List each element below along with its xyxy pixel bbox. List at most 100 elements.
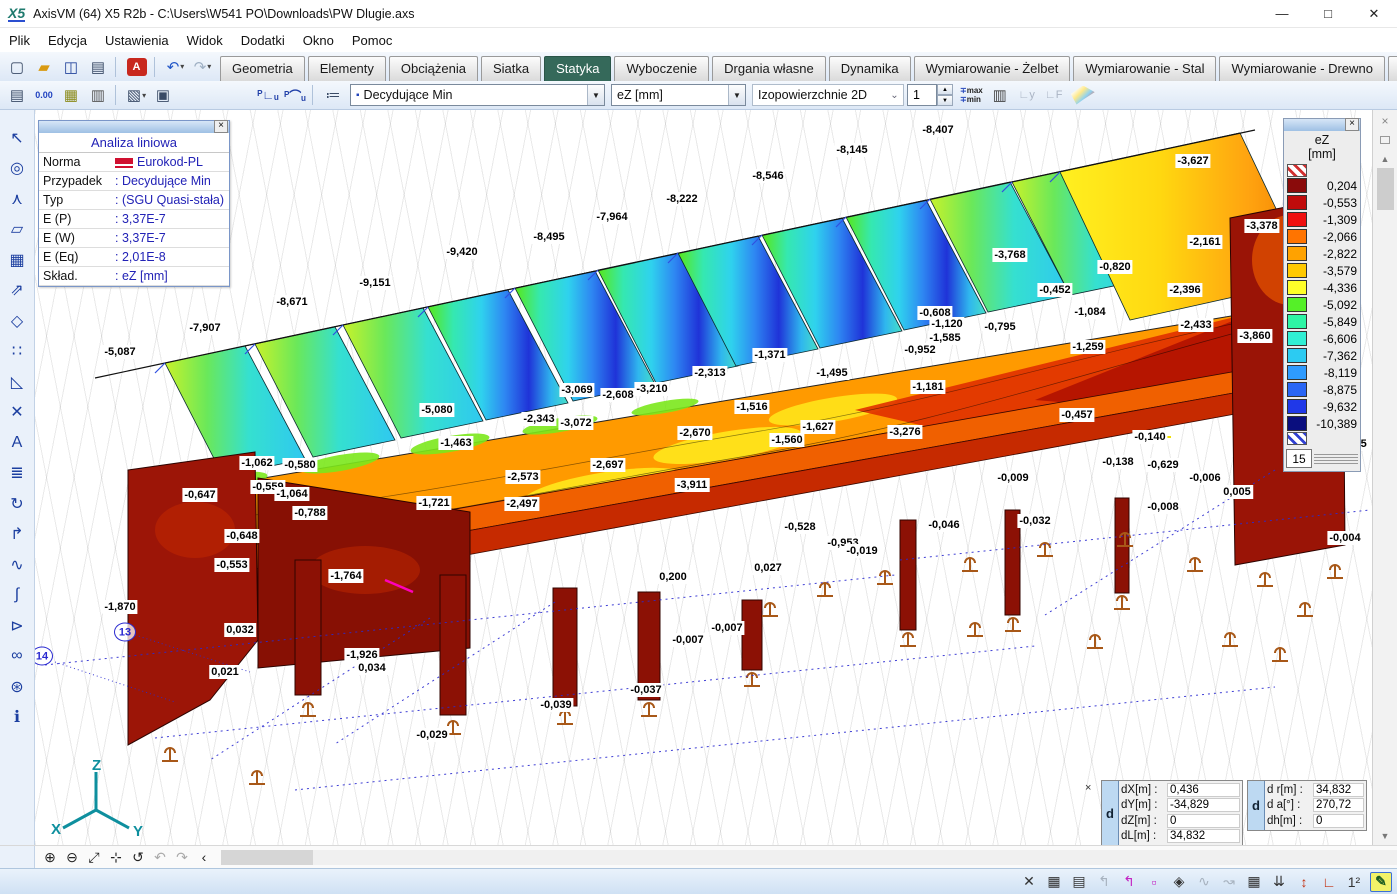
pdf-export-icon[interactable]: A [127,58,147,76]
save-file-icon[interactable]: ◫ [59,55,84,79]
animation-icon[interactable]: ▥ [988,83,1013,107]
settings-wrench-icon[interactable]: ⊛ [3,673,31,700]
tab[interactable]: Wymiarowanie - Mur [1388,56,1397,81]
result-display-params-icon[interactable]: ≔ [321,83,346,107]
edit-pencil-icon[interactable]: ✎ [1370,872,1392,892]
selection-cursor-icon[interactable]: ↖ [3,124,31,151]
help-book-icon[interactable]: ▧▾ [124,83,149,107]
collapse-arrow-icon[interactable]: ‹ [193,847,215,867]
restore-view-icon[interactable] [1380,136,1390,144]
undo-icon[interactable]: ↶▾ [163,55,188,79]
vertical-scrollbar[interactable]: × ▲ ▼ [1372,110,1397,845]
drawing-library-icon[interactable]: ▣ [151,83,176,107]
close-icon[interactable]: × [1345,118,1359,131]
move-copy-icon[interactable]: ↰ [1095,872,1113,892]
polyline-icon[interactable]: ∿ [1195,872,1213,892]
report-maker-icon[interactable]: ▥ [86,83,111,107]
coordinates-close-icon[interactable]: × [1085,782,1091,794]
stories-icon[interactable]: ▤ [1070,872,1088,892]
menu-item[interactable]: Dodatki [232,30,294,51]
parts-icon[interactable]: ▱ [3,216,31,243]
coordinate-value[interactable]: 0 [1313,814,1364,828]
horizontal-scrollbar[interactable] [313,850,1397,865]
integrate-line-icon[interactable]: ∫ [3,582,31,609]
panel-header[interactable]: × [1284,119,1360,131]
tab[interactable]: Elementy [308,56,386,81]
close-button[interactable]: ✕ [1351,0,1397,27]
section-line-icon[interactable]: ∿ [3,551,31,578]
tab[interactable]: Dynamika [829,56,911,81]
menu-item[interactable]: Okno [294,30,343,51]
open-file-icon[interactable]: ▰ [32,55,57,79]
menu-item[interactable]: Plik [0,30,39,51]
nonlinear-analysis-icon[interactable]: ᴾ⌒ᵤ [283,83,308,107]
delete-icon[interactable]: ✕ [1020,872,1038,892]
undo-view-icon[interactable]: ↶ [149,847,171,867]
pan-icon[interactable]: ⊹ [105,847,127,867]
snap-icon[interactable]: ◈ [1170,872,1188,892]
layer-manager-icon[interactable]: ▤ [5,83,30,107]
translate-icon[interactable]: ⇗ [3,277,31,304]
sort-arrows-icon[interactable]: ⇊ [1270,872,1288,892]
minmax-toggle-icon[interactable]: ∓max∓min [960,86,983,104]
combo-chevron-icon[interactable]: ⌄ [886,85,903,105]
menu-item[interactable]: Ustawienia [96,30,178,51]
coordinate-system-icon[interactable]: ⋏ [3,185,31,212]
tab[interactable]: Wyboczenie [614,56,709,81]
result-component-combo[interactable]: eZ [mm]▼ [611,84,746,106]
search-flashlight-icon[interactable]: ⊳ [3,612,31,639]
zoom-fit-icon[interactable]: ⤢ [83,847,105,867]
tab[interactable]: Wymiarowanie - Stal [1073,56,1216,81]
coordinate-value[interactable]: 34,832 [1313,783,1364,797]
display-options-icon[interactable]: ∞ [3,643,31,670]
coordinate-value[interactable]: 0,436 [1167,783,1240,797]
combo-arrow-icon[interactable]: ▼ [587,85,604,105]
coordinate-value[interactable]: 34,832 [1167,829,1240,843]
structural-grid-icon[interactable]: ∷ [3,338,31,365]
maximize-button[interactable]: □ [1305,0,1351,27]
zoom-out-icon[interactable]: ⊖ [61,847,83,867]
menu-item[interactable]: Edycja [39,30,96,51]
print-icon[interactable]: ▤ [86,55,111,79]
tab[interactable]: Drgania własne [712,56,826,81]
paste-icon[interactable]: ↰ [1120,872,1138,892]
zoom-in-icon[interactable]: ⊕ [39,847,61,867]
combo-arrow-icon[interactable]: ▼ [728,85,745,105]
legend-level-count[interactable]: 15 [1286,449,1312,468]
scroll-down-icon[interactable]: ▼ [1381,831,1390,841]
model-viewport[interactable]: -5,087-7,907-8,671-9,151-9,420-8,495-7,9… [35,110,1372,845]
surface-view-icon[interactable] [1069,86,1095,105]
mesh-grid-icon[interactable]: ▦ [1245,872,1263,892]
tab[interactable]: Wymiarowanie - Drewno [1219,56,1384,81]
intersect-icon[interactable]: ✕ [3,399,31,426]
coordinate-value[interactable]: 270,72 [1313,798,1364,812]
delta-toggle-button[interactable]: d [1102,781,1119,845]
tab[interactable]: Statyka [544,56,611,81]
workplane-grid-icon[interactable]: ▦ [1045,872,1063,892]
table-browser-icon[interactable]: ▦ [59,83,84,107]
display-mode-combo[interactable]: Izopowierzchnie 2D⌄ [752,84,904,106]
menu-item[interactable]: Widok [178,30,232,51]
geometry-tools-icon[interactable]: ◺ [3,368,31,395]
level-manager-icon[interactable]: 0.00 [32,83,57,107]
info-icon[interactable]: ℹ [3,704,31,731]
vscroll-thumb[interactable] [1377,168,1394,210]
new-file-icon[interactable]: ▢ [5,55,30,79]
coordinate-value[interactable]: -34,829 [1167,798,1240,812]
numbering-icon[interactable]: 1² [1345,872,1363,892]
arc-icon[interactable]: ↝ [1220,872,1238,892]
close-view-icon[interactable]: × [1381,114,1388,128]
rotate-view-icon[interactable]: ↺ [127,847,149,867]
delta-toggle-button[interactable]: d [1248,781,1265,830]
hscroll-thumb[interactable] [221,850,313,865]
workplane-icon[interactable]: ◇ [3,307,31,334]
redo-view-icon[interactable]: ↷ [171,847,193,867]
tab[interactable]: Siatka [481,56,541,81]
scroll-up-icon[interactable]: ▲ [1381,154,1390,164]
level-count-stepper[interactable]: ▲▼ [937,84,953,106]
tab[interactable]: Geometria [220,56,305,81]
load-case-combo[interactable]: ▪ Decydujące Min▼ [350,84,605,106]
level-count-field[interactable]: 1 [907,84,937,106]
vertical-dim-icon[interactable]: ↕ [1295,872,1313,892]
renumber-icon[interactable]: ↻ [3,490,31,517]
